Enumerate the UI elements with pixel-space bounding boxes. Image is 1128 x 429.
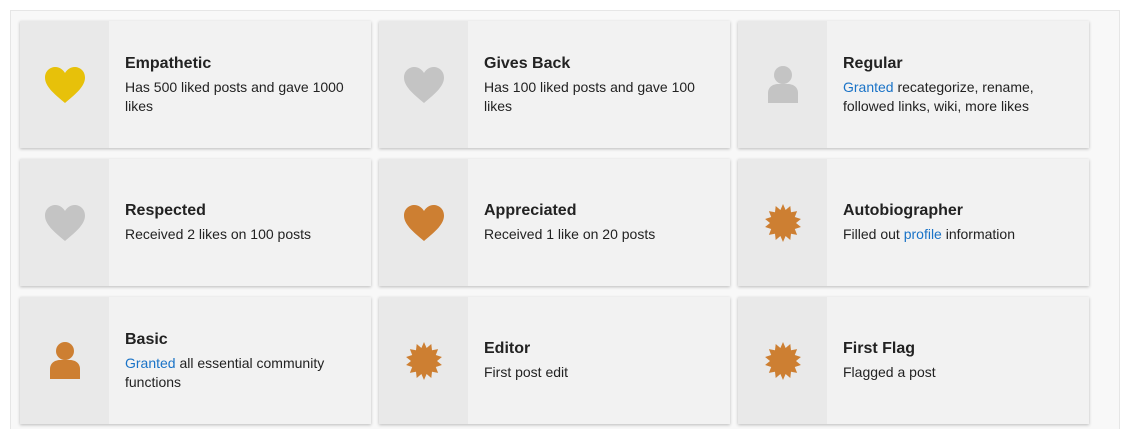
badge-description: Granted all essential community function… [125,354,325,390]
certificate-icon [764,203,801,242]
badge-card-first-flag[interactable]: First Flag Flagged a post [738,297,1089,424]
heart-icon [44,66,85,103]
badge-card-editor[interactable]: Editor First post edit [379,297,730,424]
heart-icon [44,204,85,241]
badge-title[interactable]: First Flag [843,339,936,358]
badge-description: First post edit [484,364,569,380]
certificate-icon [405,341,442,380]
badge-description: Received 1 like on 20 posts [484,226,656,242]
heart-icon [403,66,444,103]
badge-card-regular[interactable]: Regular Granted recategorize, rename, fo… [738,21,1089,148]
badge-title[interactable]: Gives Back [484,54,716,73]
badge-description: Filled out profile information [843,226,1015,242]
badge-title[interactable]: Respected [125,201,311,220]
badge-description: Has 500 liked posts and gave 1000 likes [125,78,344,114]
badge-card-empathetic[interactable]: Empathetic Has 500 liked posts and gave … [20,21,371,148]
badge-title[interactable]: Basic [125,330,357,349]
certificate-icon [764,341,801,380]
badge-title[interactable]: Autobiographer [843,201,1015,220]
user-icon [767,65,798,103]
badge-card-gives-back[interactable]: Gives Back Has 100 liked posts and gave … [379,21,730,148]
badge-card-respected[interactable]: Respected Received 2 likes on 100 posts [20,159,371,286]
profile-link[interactable]: profile [904,226,942,242]
badge-description: Granted recategorize, rename, followed l… [843,78,1034,114]
badge-description: Received 2 likes on 100 posts [125,226,311,242]
heart-icon [403,204,444,241]
badge-card-basic[interactable]: Basic Granted all essential community fu… [20,297,371,424]
badge-title[interactable]: Regular [843,54,1075,73]
badge-description: Flagged a post [843,364,936,380]
badge-description: Has 100 liked posts and gave 100 likes [484,78,695,114]
granted-link[interactable]: Granted [843,79,894,95]
user-icon [49,341,80,379]
badge-card-appreciated[interactable]: Appreciated Received 1 like on 20 posts [379,159,730,286]
badge-title[interactable]: Empathetic [125,54,357,73]
badge-title[interactable]: Appreciated [484,201,655,220]
badge-title[interactable]: Editor [484,339,568,358]
badge-card-autobiographer[interactable]: Autobiographer Filled out profile inform… [738,159,1089,286]
granted-link[interactable]: Granted [125,355,176,371]
